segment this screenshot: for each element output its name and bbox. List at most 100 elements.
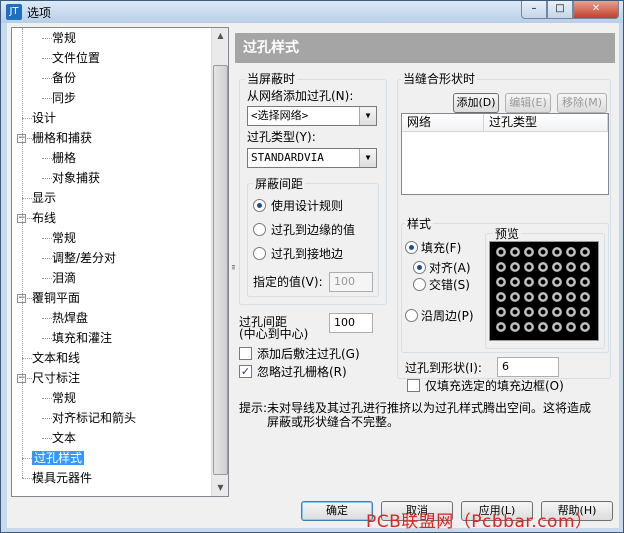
tree-item-label: 泪滴 (52, 271, 77, 285)
tree-item[interactable]: 过孔样式 (32, 449, 85, 467)
via-to-edge-radio[interactable] (253, 223, 266, 236)
along-edge-radio[interactable] (405, 309, 418, 322)
tree-item[interactable]: 布线 (32, 209, 56, 227)
hint-text-line2: 屏蔽或形状缝合不完整。 (267, 415, 400, 429)
tree-item[interactable]: 备份 (52, 69, 76, 87)
via-dot (510, 322, 520, 332)
via-dot (538, 277, 548, 287)
tree-item[interactable]: 对齐标记和箭头 (52, 409, 136, 427)
via-to-edge-label: 过孔到边缘的值 (271, 223, 356, 237)
via-spacing-sublabel: (中心到中心) (239, 327, 309, 341)
tree-connector (42, 438, 52, 439)
tree-item-label: 对象捕获 (52, 171, 101, 185)
via-dot (566, 247, 576, 257)
tree-item[interactable]: 栅格 (52, 149, 76, 167)
via-to-shape-input[interactable]: 6 (497, 357, 559, 377)
ignore-via-grid-checkbox[interactable]: ✓ (239, 365, 252, 378)
tree-item[interactable]: 文件位置 (52, 49, 100, 67)
options-dialog: JT 选项 – □ ✕ ▲ ▼ 常规 文件位置 备份 同步 设计 − 栅格和捕获 栅格 对象捕获… (0, 0, 624, 533)
tree-item[interactable]: 设计 (32, 109, 56, 127)
tree-item[interactable]: 文本和线 (32, 349, 80, 367)
net-combo[interactable]: <选择网络> ▼ (247, 106, 377, 126)
tree-item[interactable]: 常规 (52, 29, 76, 47)
tree-item[interactable]: 常规 (52, 229, 76, 247)
via-dot (552, 292, 562, 302)
shield-spacing-title: 屏蔽间距 (253, 177, 306, 191)
via-dot (524, 262, 534, 272)
tree-item[interactable]: 模具元器件 (32, 469, 92, 487)
via-to-ground-edge-radio[interactable] (253, 247, 266, 260)
tree-item[interactable]: 对象捕获 (52, 169, 100, 187)
scroll-up-arrow-icon[interactable]: ▲ (213, 28, 228, 44)
tree-connector (42, 178, 52, 179)
via-dot (510, 277, 520, 287)
tree-item[interactable]: 泪滴 (52, 269, 76, 287)
tree-connector (22, 118, 32, 119)
via-dot (524, 277, 534, 287)
scroll-thumb[interactable] (213, 65, 228, 475)
via-spacing-input[interactable]: 100 (329, 313, 373, 333)
use-design-rules-radio[interactable] (253, 199, 266, 212)
category-tree[interactable]: ▲ ▼ 常规 文件位置 备份 同步 设计 − 栅格和捕获 栅格 对象捕获 显示 − 布线 常规 调整/差分… (11, 27, 229, 497)
edit-button[interactable]: 编辑(E) (505, 93, 551, 113)
tree-item[interactable]: 尺寸标注 (32, 369, 80, 387)
align-label: 对齐(A) (429, 261, 471, 275)
tree-item-label: 对齐标记和箭头 (52, 411, 137, 425)
only-fill-edge-checkbox[interactable] (407, 379, 420, 392)
via-dot (552, 277, 562, 287)
maximize-button[interactable]: □ (547, 1, 573, 19)
via-dot (552, 247, 562, 257)
tree-connector (22, 198, 32, 199)
window-title: 选项 (27, 6, 52, 20)
via-dot (580, 307, 590, 317)
tree-item[interactable]: 覆铜平面 (32, 289, 80, 307)
style-group-title: 样式 (405, 217, 434, 231)
tree-item[interactable]: 热焊盘 (52, 309, 88, 327)
via-dot (538, 292, 548, 302)
specified-value-input[interactable]: 100 (329, 272, 373, 292)
net-via-list[interactable]: 网络 过孔类型 (401, 113, 609, 195)
scroll-down-arrow-icon[interactable]: ▼ (213, 480, 228, 496)
tree-item[interactable]: 调整/差分对 (52, 249, 116, 267)
via-dot (566, 277, 576, 287)
via-dot (580, 292, 590, 302)
align-radio[interactable] (413, 261, 426, 274)
via-dot (510, 292, 520, 302)
stagger-radio[interactable] (413, 278, 426, 291)
via-type-combo[interactable]: STANDARDVIA ▼ (247, 148, 377, 168)
via-dot (552, 322, 562, 332)
tree-item[interactable]: 填充和灌注 (52, 329, 112, 347)
via-dot (496, 292, 506, 302)
add-button[interactable]: 添加(D) (453, 93, 499, 113)
ok-button[interactable]: 确定 (301, 501, 373, 521)
minimize-button[interactable]: – (521, 1, 547, 19)
tree-connector (22, 358, 32, 359)
via-dot (566, 262, 576, 272)
via-dot (566, 292, 576, 302)
tree-item[interactable]: 文本 (52, 429, 76, 447)
tree-connector (22, 478, 32, 479)
close-button[interactable]: ✕ (573, 1, 619, 19)
add-via-from-net-label: 从网络添加过孔(N): (247, 89, 354, 103)
along-edge-label: 沿周边(P) (421, 309, 474, 323)
title-bar[interactable]: JT 选项 – □ ✕ (1, 1, 623, 23)
tree-connector (42, 58, 52, 59)
via-dot (538, 322, 548, 332)
via-dot (524, 307, 534, 317)
column-header-via-type[interactable]: 过孔类型 (484, 114, 608, 132)
remove-button[interactable]: 移除(M) (557, 93, 607, 113)
tree-item[interactable]: 显示 (32, 189, 56, 207)
tree-item-label: 同步 (52, 91, 77, 105)
stitch-group-title: 当缝合形状时 (401, 72, 478, 86)
tree-item-label: 填充和灌注 (52, 331, 113, 345)
fill-radio[interactable] (405, 241, 418, 254)
tree-connector (42, 258, 52, 259)
add-after-flood-label: 添加后敷注过孔(G) (257, 347, 360, 361)
tree-item[interactable]: 常规 (52, 389, 76, 407)
net-combo-value: <选择网络> (251, 109, 309, 122)
tree-item[interactable]: 同步 (52, 89, 76, 107)
tree-item[interactable]: 栅格和捕获 (32, 129, 92, 147)
tree-scrollbar[interactable]: ▲ ▼ (211, 28, 228, 496)
add-after-flood-checkbox[interactable] (239, 347, 252, 360)
column-header-net[interactable]: 网络 (402, 114, 484, 132)
